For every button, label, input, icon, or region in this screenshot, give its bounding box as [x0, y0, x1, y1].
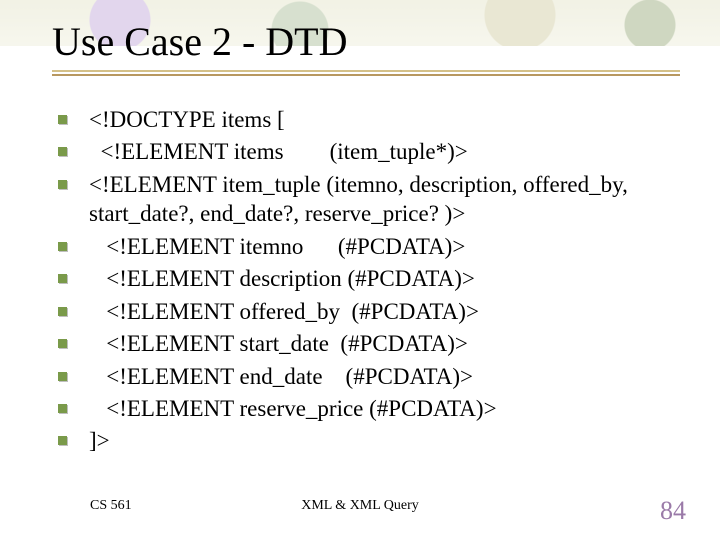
list-item: ]>: [58, 426, 680, 455]
list-item: <!ELEMENT items (item_tuple*)>: [58, 137, 680, 166]
list-item: <!ELEMENT start_date (#PCDATA)>: [58, 329, 680, 358]
title-underline: [52, 70, 680, 72]
bullet-text: <!ELEMENT description (#PCDATA)>: [89, 264, 475, 293]
bullet-icon: [58, 307, 67, 316]
footer-center: XML & XML Query: [0, 498, 720, 514]
list-item: <!ELEMENT description (#PCDATA)>: [58, 264, 680, 293]
bullet-icon: [58, 274, 67, 283]
bullet-text: <!ELEMENT start_date (#PCDATA)>: [89, 329, 468, 358]
bullet-text: <!ELEMENT item_tuple (itemno, descriptio…: [89, 170, 680, 229]
list-item: <!ELEMENT itemno (#PCDATA)>: [58, 232, 680, 261]
bullet-icon: [58, 242, 67, 251]
list-item: <!ELEMENT item_tuple (itemno, descriptio…: [58, 170, 680, 229]
title-underline-shadow: [52, 74, 680, 76]
list-item: <!DOCTYPE items [: [58, 105, 680, 134]
bullet-text: ]>: [89, 426, 110, 455]
bullet-text: <!ELEMENT offered_by (#PCDATA)>: [89, 297, 479, 326]
bullet-icon: [58, 115, 67, 124]
slide-footer: CS 561 XML & XML Query 84: [0, 498, 720, 522]
list-item: <!ELEMENT end_date (#PCDATA)>: [58, 362, 680, 391]
bullet-text: <!DOCTYPE items [: [89, 105, 285, 134]
list-item: <!ELEMENT reserve_price (#PCDATA)>: [58, 394, 680, 423]
page-number: 84: [660, 496, 686, 526]
bullet-icon: [58, 404, 67, 413]
bullet-icon: [58, 147, 67, 156]
bullet-text: <!ELEMENT reserve_price (#PCDATA)>: [89, 394, 497, 423]
bullet-text: <!ELEMENT items (item_tuple*)>: [89, 137, 468, 166]
list-item: <!ELEMENT offered_by (#PCDATA)>: [58, 297, 680, 326]
bullet-icon: [58, 339, 67, 348]
bullet-icon: [58, 180, 67, 189]
bullet-icon: [58, 372, 67, 381]
bullet-icon: [58, 436, 67, 445]
slide-title: Use Case 2 - DTD: [52, 18, 348, 65]
bullet-text: <!ELEMENT itemno (#PCDATA)>: [89, 232, 465, 261]
bullet-list: <!DOCTYPE items [ <!ELEMENT items (item_…: [58, 105, 680, 459]
bullet-text: <!ELEMENT end_date (#PCDATA)>: [89, 362, 473, 391]
